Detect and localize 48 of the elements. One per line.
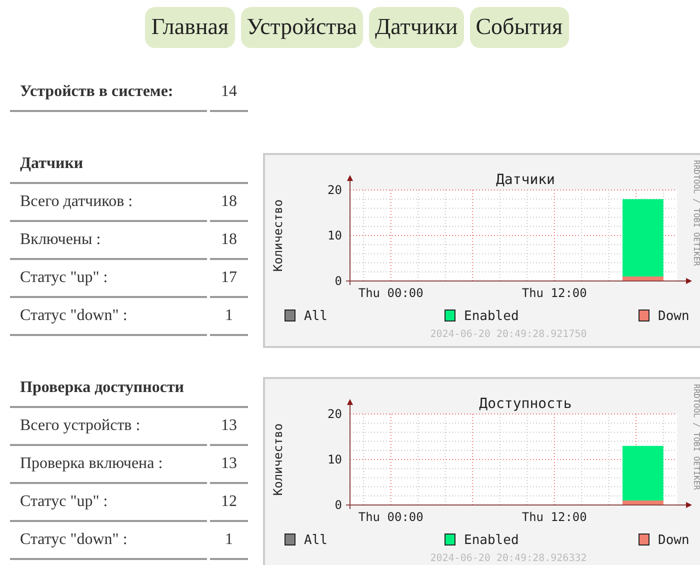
summary-label: Устройств в системе: [10,74,207,112]
stat-label: Включены : [10,222,207,260]
watermark-label: RRDTOOL / TOBI OETIKER [692,384,700,490]
nav-link[interactable]: Датчики [368,7,464,48]
nav-link[interactable]: Главная [145,7,235,48]
stat-value: 1 [210,522,248,560]
legend-label: Enabled [464,533,519,548]
stat-value: 12 [210,484,248,522]
legend-label: All [304,533,328,548]
watermark-label: RRDTOOL / TOBI OETIKER [692,160,700,266]
y-tick-label: 20 [328,407,342,421]
y-tick-label: 0 [334,274,342,288]
y-tick-label: 0 [334,498,342,512]
stat-label: Статус "down" : [10,522,207,560]
section-title: Проверка доступности [10,369,248,408]
nav-link[interactable]: События [470,7,569,48]
legend-label: All [304,309,328,324]
y-tick-label: 10 [328,452,342,466]
stat-label: Проверка включена : [10,446,207,484]
x-tick-label: Thu 00:00 [358,286,424,300]
legend-label: Enabled [464,309,519,324]
x-tick-label: Thu 12:00 [522,286,587,300]
y-axis-label: Количество [271,423,285,496]
chart-title: Доступность [479,396,572,412]
y-axis-label: Количество [271,199,285,272]
stat-label: Всего датчиков : [10,184,207,222]
timestamp: 2024-06-20 20:49:28.921750 [430,329,587,340]
summary-value: 14 [210,74,248,112]
stat-label: Статус "down" : [10,298,207,336]
stat-label: Статус "up" : [10,484,207,522]
legend-label: Down [658,309,690,324]
nav-link[interactable]: Устройства [240,7,363,48]
section-title: Датчики [10,145,248,184]
x-tick-label: Thu 00:00 [358,510,424,524]
timestamp: 2024-06-20 20:49:28.926332 [430,553,587,564]
stat-label: Всего устройств : [10,408,207,446]
stat-label: Статус "up" : [10,260,207,298]
y-tick-label: 20 [328,183,342,197]
legend-label: Down [658,533,690,548]
x-tick-label: Thu 12:00 [522,510,587,524]
stat-value: 1 [210,298,248,336]
stat-value: 13 [210,446,248,484]
stat-value: 18 [210,184,248,222]
stat-value: 18 [210,222,248,260]
chart-title: Датчики [496,172,555,188]
stat-value: 13 [210,408,248,446]
stat-value: 17 [210,260,248,298]
y-tick-label: 10 [328,228,342,242]
